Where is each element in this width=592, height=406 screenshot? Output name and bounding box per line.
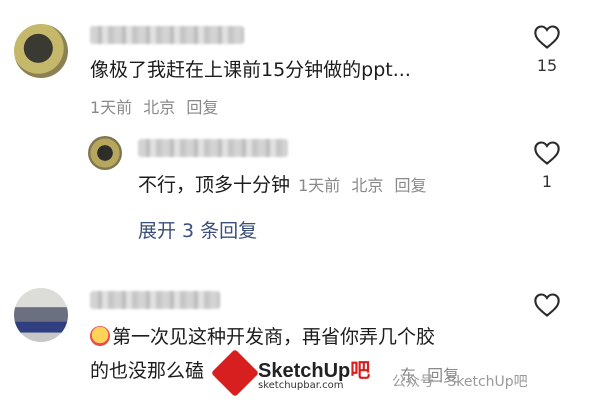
username-blurred[interactable] (90, 26, 244, 44)
heart-icon (534, 293, 560, 317)
watermark-title: SketchUp吧 (258, 354, 370, 383)
crying-emoji-icon (90, 326, 110, 346)
like-button[interactable]: 1 (527, 140, 567, 191)
avatar[interactable] (14, 24, 68, 78)
like-count: 15 (536, 56, 558, 75)
reply-button[interactable]: 回复 (394, 176, 426, 195)
username-blurred[interactable] (138, 139, 288, 157)
watermark-title-a: SketchUp (258, 360, 351, 382)
comment-text: 像极了我赶在上课前15分钟做的ppt... (90, 59, 411, 81)
comment-location: 北京 (351, 176, 384, 195)
sketchup-logo-icon (210, 348, 260, 398)
username-blurred[interactable] (90, 291, 220, 309)
watermark-title-b: 吧 (350, 360, 371, 382)
comment-list: 像极了我赶在上课前15分钟做的ppt... 1天前 北京 回复 15 不行，顶多… (0, 0, 592, 406)
comment-location: 北京 (143, 98, 176, 117)
like-button[interactable]: 15 (527, 24, 567, 75)
watermark: SketchUp吧 sketchupbar.com (210, 348, 378, 398)
expand-replies-button[interactable]: 展开 3 条回复 (138, 216, 257, 243)
like-count: 1 (541, 172, 553, 191)
comment-text: 第一次见这种开发商，再省你弄几个胶 (112, 326, 436, 348)
heart-icon (534, 25, 560, 49)
watermark-account: 公众号 · SketchUp吧 (392, 374, 528, 390)
comment-text-line2: 的也没那么磕 (90, 360, 205, 382)
comment-time: 1天前 (90, 98, 133, 117)
reply-text: 不行，顶多十分钟 1天前 北京 回复 (138, 172, 432, 199)
comment-meta: 1天前 北京 回复 (90, 94, 224, 118)
comment-text-line1: 第一次见这种开发商，再省你弄几个胶 (90, 324, 435, 350)
watermark-subtitle: sketchupbar.com (258, 380, 344, 391)
comment-meta: 1天前 北京 回复 (298, 176, 432, 195)
reply-button[interactable]: 回复 (186, 98, 218, 117)
heart-icon (534, 141, 560, 165)
avatar[interactable] (14, 288, 68, 342)
avatar[interactable] (88, 136, 122, 170)
like-button[interactable] (527, 292, 567, 318)
comment-time: 1天前 (298, 176, 341, 195)
reply-body: 不行，顶多十分钟 (138, 174, 291, 196)
